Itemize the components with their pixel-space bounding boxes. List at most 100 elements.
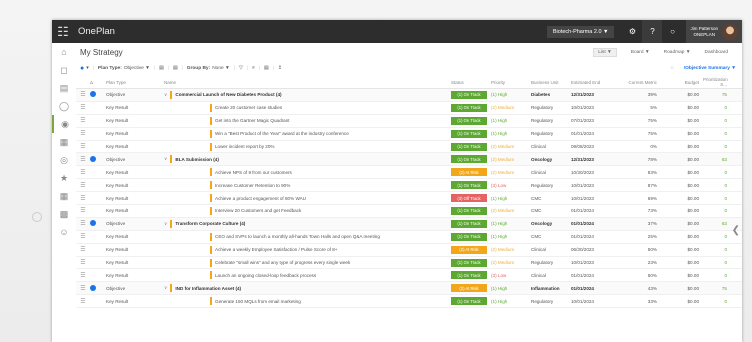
add-icon[interactable]: ● (80, 65, 84, 72)
row-menu-icon[interactable]: ☰ (76, 272, 90, 279)
settings-gear-icon[interactable]: ⚙ (622, 20, 642, 43)
key-result-row[interactable]: ☰ Key Result CEO and SVPs to launch a mont… (76, 231, 742, 244)
name-text[interactable]: Achieve a product engagement of 80% WAU (215, 196, 306, 201)
row-menu-icon[interactable]: ☰ (76, 91, 90, 98)
name-text[interactable]: Generate 150 MQLs from email marketing (215, 299, 301, 304)
info-icon[interactable] (90, 284, 96, 291)
objective-row[interactable]: ☰ Objective ∨ Transform Corporate Culture (… (76, 217, 742, 231)
user-menu[interactable]: Jim Patterson ONEPLAN (686, 20, 742, 43)
name-cell[interactable]: ∨ Commercial Launch of New Diabetes Produ… (164, 90, 451, 99)
name-text[interactable]: Achieve NPS of 9 from our customers (215, 170, 292, 175)
name-text[interactable]: BLA Submission (4) (175, 157, 218, 162)
key-result-row[interactable]: ☰ Key Result Celebrate "small wins" and an… (76, 257, 742, 270)
objective-row[interactable]: ☰ Objective ∨ Commercial Launch of New Diab… (76, 89, 742, 102)
row-menu-icon[interactable]: ☰ (76, 182, 90, 189)
row-menu-icon[interactable]: ☰ (76, 246, 90, 253)
export-icon[interactable]: ↥ (278, 66, 282, 71)
app-launcher-icon[interactable]: ☷ (52, 24, 74, 40)
name-text[interactable]: Get into the Gartner Magic Quadrant (215, 118, 290, 123)
row-menu-icon[interactable]: ☰ (76, 207, 90, 214)
name-cell[interactable]: Get into the Gartner Magic Quadrant (164, 116, 451, 125)
name-cell[interactable]: Achieve a product engagement of 80% WAU (164, 194, 451, 203)
wallet-icon[interactable]: ▦ (52, 187, 76, 205)
chevron-down-icon[interactable]: ∨ (164, 156, 167, 162)
col-current-metric[interactable]: Current Metric (623, 80, 665, 85)
col-name[interactable]: Name (164, 80, 451, 85)
saved-view-select[interactable]: !Objective Summary ▼ (684, 66, 736, 71)
home-icon[interactable]: ⌂ (52, 43, 76, 61)
view-board[interactable]: Board ▼ (631, 50, 650, 55)
name-cell[interactable]: Win a "Best Product of the Year" award a… (164, 129, 451, 138)
name-cell[interactable]: ∨ IND for Inflammation Asset (4) (164, 284, 451, 293)
environment-selector[interactable]: Biotech-Pharma 2.0 ▼ (546, 25, 615, 38)
row-menu-icon[interactable]: ☰ (76, 130, 90, 137)
objective-row[interactable]: ☰ Objective ∨ IND for Inflammation Asset (4… (76, 282, 742, 296)
row-menu-icon[interactable]: ☰ (76, 104, 90, 111)
col-business-unit[interactable]: Business Unit (531, 80, 571, 85)
col-prioritization[interactable]: Prioritization S... (703, 77, 731, 87)
expand-icon[interactable]: ▤ (159, 66, 164, 71)
chevron-left-icon[interactable]: ❮ (732, 225, 740, 236)
col-plan-type[interactable]: Plan Type (102, 80, 164, 85)
col-priority[interactable]: Priority (491, 80, 531, 85)
key-result-row[interactable]: ☰ Key Result Interview 20 Customers and ge… (76, 205, 742, 218)
refresh-icon[interactable]: ◌ (671, 66, 674, 71)
chevron-down-icon[interactable]: ∨ (164, 221, 167, 227)
name-text[interactable]: Lower incident report by 20% (215, 144, 275, 149)
view-roadmap[interactable]: Roadmap ▼ (664, 50, 691, 55)
view-dashboard[interactable]: Dashboard (705, 50, 728, 55)
lightbulb-icon[interactable]: ◯ (52, 97, 76, 115)
key-result-row[interactable]: ☰ Key Result Increase Customer Retention t… (76, 179, 742, 193)
name-cell[interactable]: Increase Customer Retention to 90% (164, 181, 451, 190)
key-result-row[interactable]: ☰ Key Result Achieve a product engagement … (76, 192, 742, 206)
workspace-icon[interactable]: ◻ (52, 61, 76, 79)
globe-icon[interactable]: ◎ (52, 151, 76, 169)
info-icon[interactable] (90, 155, 96, 162)
group-by-select[interactable]: None ▼ (212, 66, 230, 71)
name-text[interactable]: Win a "Best Product of the Year" award a… (215, 131, 349, 136)
collapse-icon[interactable]: ▤ (173, 66, 178, 71)
name-text[interactable]: Transform Corporate Culture (4) (175, 221, 245, 226)
objective-row[interactable]: ☰ Objective ∨ BLA Submission (4) (1) On Trac… (76, 153, 742, 167)
row-menu-icon[interactable]: ☰ (76, 117, 90, 124)
dashboard-icon[interactable]: ▩ (52, 205, 76, 223)
row-menu-icon[interactable]: ☰ (76, 156, 90, 163)
name-cell[interactable]: Generate 150 MQLs from email marketing (164, 297, 451, 306)
name-cell[interactable]: CEO and SVPs to launch a monthly all-han… (164, 232, 451, 241)
col-estimated-end[interactable]: Estimated End (571, 80, 623, 85)
name-cell[interactable]: Create 20 customer case studies (164, 103, 451, 112)
row-menu-icon[interactable]: ☰ (76, 233, 90, 240)
key-result-row[interactable]: ☰ Key Result Achieve a weekly Employee Sat… (76, 244, 742, 257)
name-text[interactable]: Create 20 customer case studies (215, 105, 282, 110)
row-menu-icon[interactable]: ☰ (76, 298, 90, 305)
name-text[interactable]: Launch an ongoing closed-loop feedback p… (215, 273, 316, 278)
info-icon[interactable] (90, 91, 96, 98)
name-cell[interactable]: Lower incident report by 20% (164, 142, 451, 151)
name-cell[interactable]: Celebrate "small wins" and any type of p… (164, 258, 451, 267)
row-menu-icon[interactable]: ☰ (76, 259, 90, 266)
name-text[interactable]: CEO and SVPs to launch a monthly all-han… (215, 234, 380, 239)
row-menu-icon[interactable]: ☰ (76, 285, 90, 292)
row-menu-icon[interactable]: ☰ (76, 220, 90, 227)
columns-icon[interactable]: ▤ (264, 66, 269, 71)
name-cell[interactable]: Interview 20 Customers and get Feedback (164, 206, 451, 215)
target-icon[interactable]: ◉ (52, 115, 76, 133)
row-menu-icon[interactable]: ☰ (76, 195, 90, 202)
hierarchy-icon[interactable]: ★ (52, 169, 76, 187)
avatar[interactable] (722, 23, 738, 40)
key-result-row[interactable]: ☰ Key Result Launch an ongoing closed-loop… (76, 269, 742, 283)
name-cell[interactable]: ∨ Transform Corporate Culture (4) (164, 219, 451, 228)
row-menu-icon[interactable]: ☰ (76, 169, 90, 176)
sort-icon[interactable]: ≡ (252, 66, 255, 71)
key-result-row[interactable]: ☰ Key Result Lower incident report by 20% (… (76, 141, 742, 154)
key-result-row[interactable]: ☰ Key Result Achieve NPS of 9 from our cus… (76, 166, 742, 180)
col-budget[interactable]: Budget (665, 80, 703, 85)
view-list[interactable]: List ▼ (593, 47, 617, 57)
add-dropdown-icon[interactable]: ▾ (86, 66, 88, 71)
clipboard-icon[interactable]: ▤ (52, 79, 76, 97)
name-text[interactable]: Achieve a weekly Employee Satisfaction /… (215, 247, 337, 252)
row-menu-icon[interactable]: ☰ (76, 143, 90, 150)
name-cell[interactable]: Achieve NPS of 9 from our customers (164, 168, 451, 177)
key-result-row[interactable]: ☰ Key Result Generate 150 MQLs from email … (76, 295, 742, 309)
chevron-down-icon[interactable]: ∨ (164, 285, 167, 291)
